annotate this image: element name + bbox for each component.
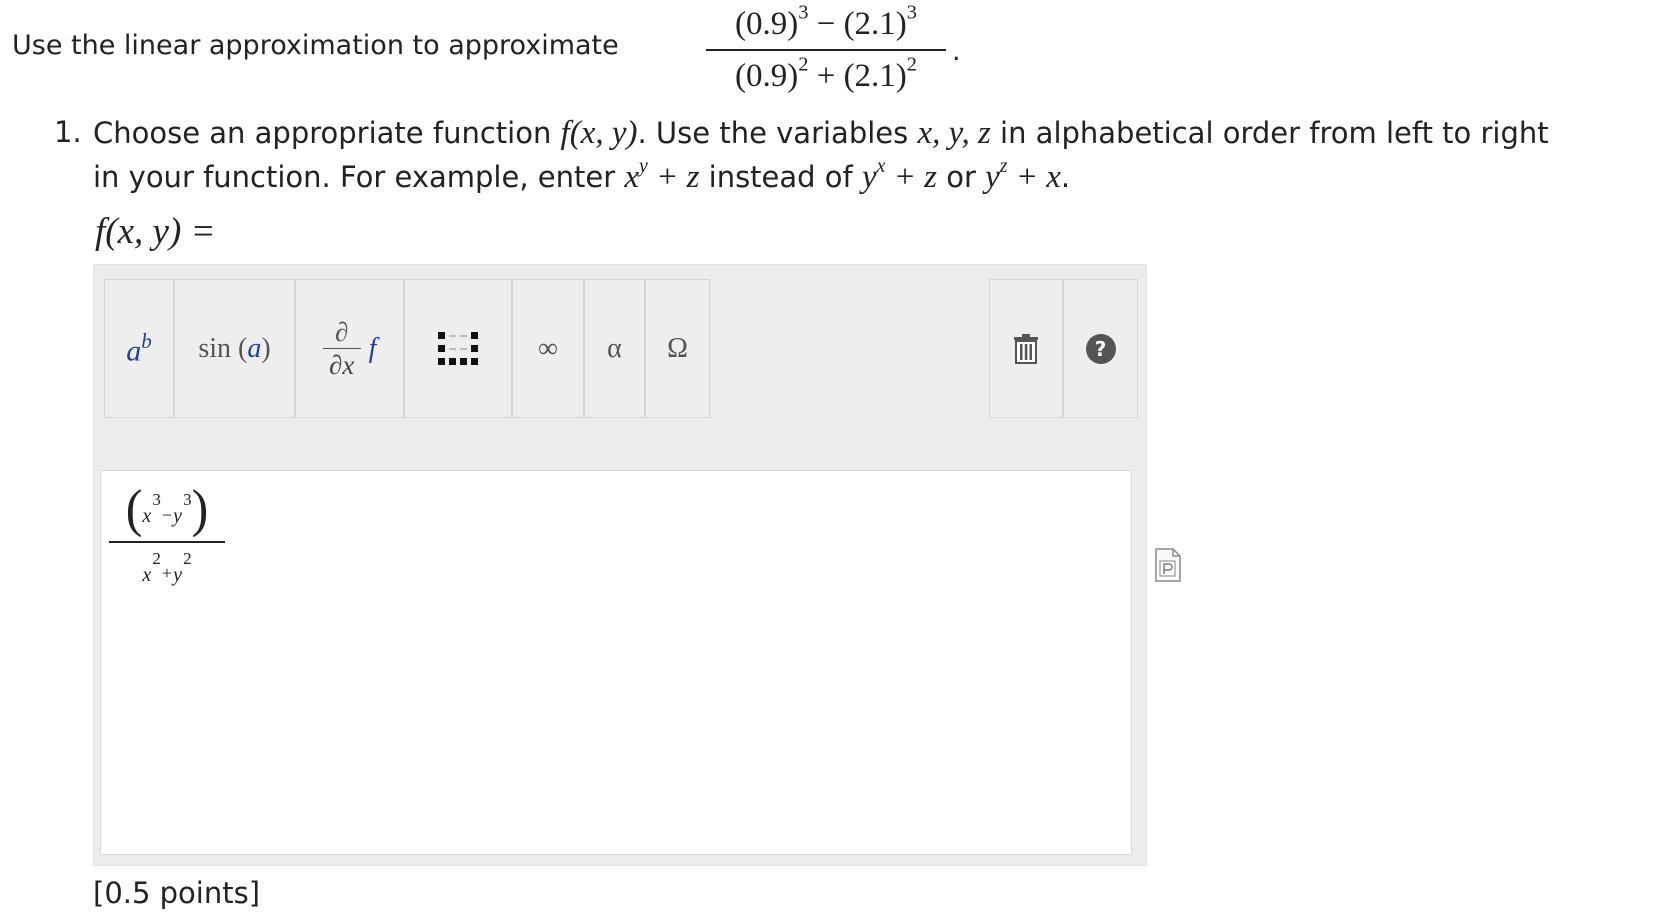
points-value: [0.5 points] [93, 876, 261, 910]
omega-icon: Ω [667, 332, 688, 364]
expression-denominator: (0.9)2 + (2.1)2 [734, 53, 918, 94]
entered-denominator: 2x + 2y [142, 548, 192, 586]
matrix-icon [438, 332, 478, 365]
step-instructions-line-2: in your function. For example, enter xy … [93, 155, 1071, 195]
example-wrong-2: yz + x [985, 155, 1061, 195]
derivative-icon: ∂ ∂x f [322, 318, 376, 379]
fraction-bar [706, 49, 946, 51]
document-preview-icon[interactable] [1155, 548, 1181, 582]
greek-letters-button[interactable]: α [584, 279, 645, 418]
sin-icon: sin (a) [198, 332, 271, 364]
example-correct: xy + z [624, 155, 700, 195]
infinity-button[interactable]: ∞ [512, 279, 584, 418]
trash-icon [1014, 333, 1038, 364]
trig-functions-button[interactable]: sin (a) [174, 279, 295, 418]
alpha-icon: α [607, 332, 622, 364]
power-icon: ab [126, 328, 152, 368]
clear-button[interactable] [989, 279, 1063, 418]
variable-list: x, y, z [917, 115, 991, 151]
entered-expression: ( 3x − 3y ) 2x + 2y [109, 479, 225, 587]
step-number: 1. [54, 115, 82, 149]
answer-label: f(x, y) = [95, 211, 216, 252]
answer-input[interactable]: ( 3x − 3y ) 2x + 2y [100, 470, 1132, 855]
question-prompt: Use the linear approximation to approxim… [12, 30, 619, 61]
special-symbols-button[interactable]: Ω [645, 279, 710, 418]
expression-numerator: (0.9)3 − (2.1)3 [734, 1, 918, 42]
derivative-button[interactable]: ∂ ∂x f [295, 279, 404, 418]
math-toolbar: ab sin (a) ∂ ∂x f ∞ α Ω ? [104, 279, 1138, 419]
matrix-button[interactable] [404, 279, 512, 418]
help-button[interactable]: ? [1063, 279, 1138, 418]
target-expression: (0.9)3 − (2.1)3 (0.9)2 + (2.1)2 [706, 2, 946, 98]
entered-numerator: ( 3x − 3y ) [125, 478, 209, 538]
power-button[interactable]: ab [104, 279, 174, 418]
step-instructions-line-1: Choose an appropriate function f(x, y). … [93, 115, 1549, 151]
infinity-icon: ∞ [538, 332, 558, 364]
function-notation: f(x, y) [560, 115, 638, 151]
example-wrong-1: yx + z [861, 155, 938, 195]
help-icon: ? [1085, 333, 1116, 364]
expression-period: . [952, 36, 961, 67]
math-editor: ab sin (a) ∂ ∂x f ∞ α Ω ? (3 x − 3 y) … [93, 264, 1147, 866]
